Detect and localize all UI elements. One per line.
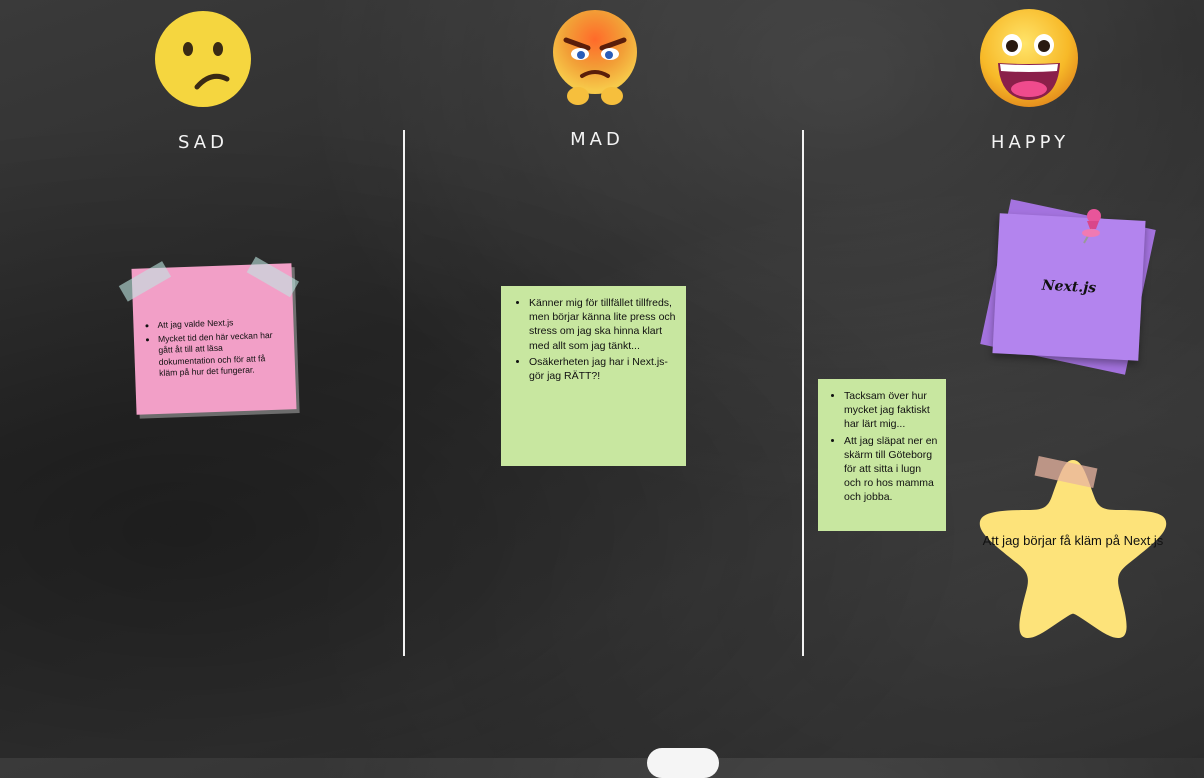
sticky-note-front: Next.js: [992, 213, 1146, 361]
column-title-sad: SAD: [178, 132, 228, 153]
note-item: Osäkerheten jag har i Next.js- gör jag R…: [529, 355, 676, 383]
column-divider: [403, 130, 405, 656]
note-item: Tacksam över hur mycket jag faktiskt har…: [844, 389, 940, 432]
note-label: Next.js: [1041, 277, 1097, 297]
angry-face-icon: [553, 10, 637, 105]
sticky-note-sad[interactable]: Att jag valde Next.js Mycket tid den här…: [118, 256, 300, 415]
confused-face-icon: [155, 11, 251, 107]
column-title-mad: MAD: [570, 129, 624, 150]
sticky-note-happy[interactable]: Tacksam över hur mycket jag faktiskt har…: [818, 379, 946, 531]
sticky-note-mad[interactable]: Känner mig för tillfället tillfreds, men…: [501, 286, 686, 466]
retro-board: SAD MAD HAPPY • Att jag valde Next.js • …: [0, 0, 1204, 778]
star-note-text: Att jag börjar få kläm på Next.js: [982, 533, 1164, 548]
note-item: Känner mig för tillfället tillfreds, men…: [529, 296, 676, 353]
column-title-happy: HAPPY: [990, 132, 1070, 153]
push-pin-icon: [1082, 209, 1101, 244]
column-divider: [802, 130, 804, 656]
star-note[interactable]: Att jag börjar få kläm på Next.js: [978, 452, 1168, 642]
sticky-note-nextjs[interactable]: Next.js: [980, 199, 1166, 385]
grinning-face-icon: [980, 9, 1078, 107]
toolbar-handle[interactable]: [647, 748, 719, 778]
note-item: Mycket tid den här veckan har gått åt ti…: [158, 329, 282, 380]
note-item: Att jag släpat ner en skärm till Götebor…: [844, 434, 940, 505]
